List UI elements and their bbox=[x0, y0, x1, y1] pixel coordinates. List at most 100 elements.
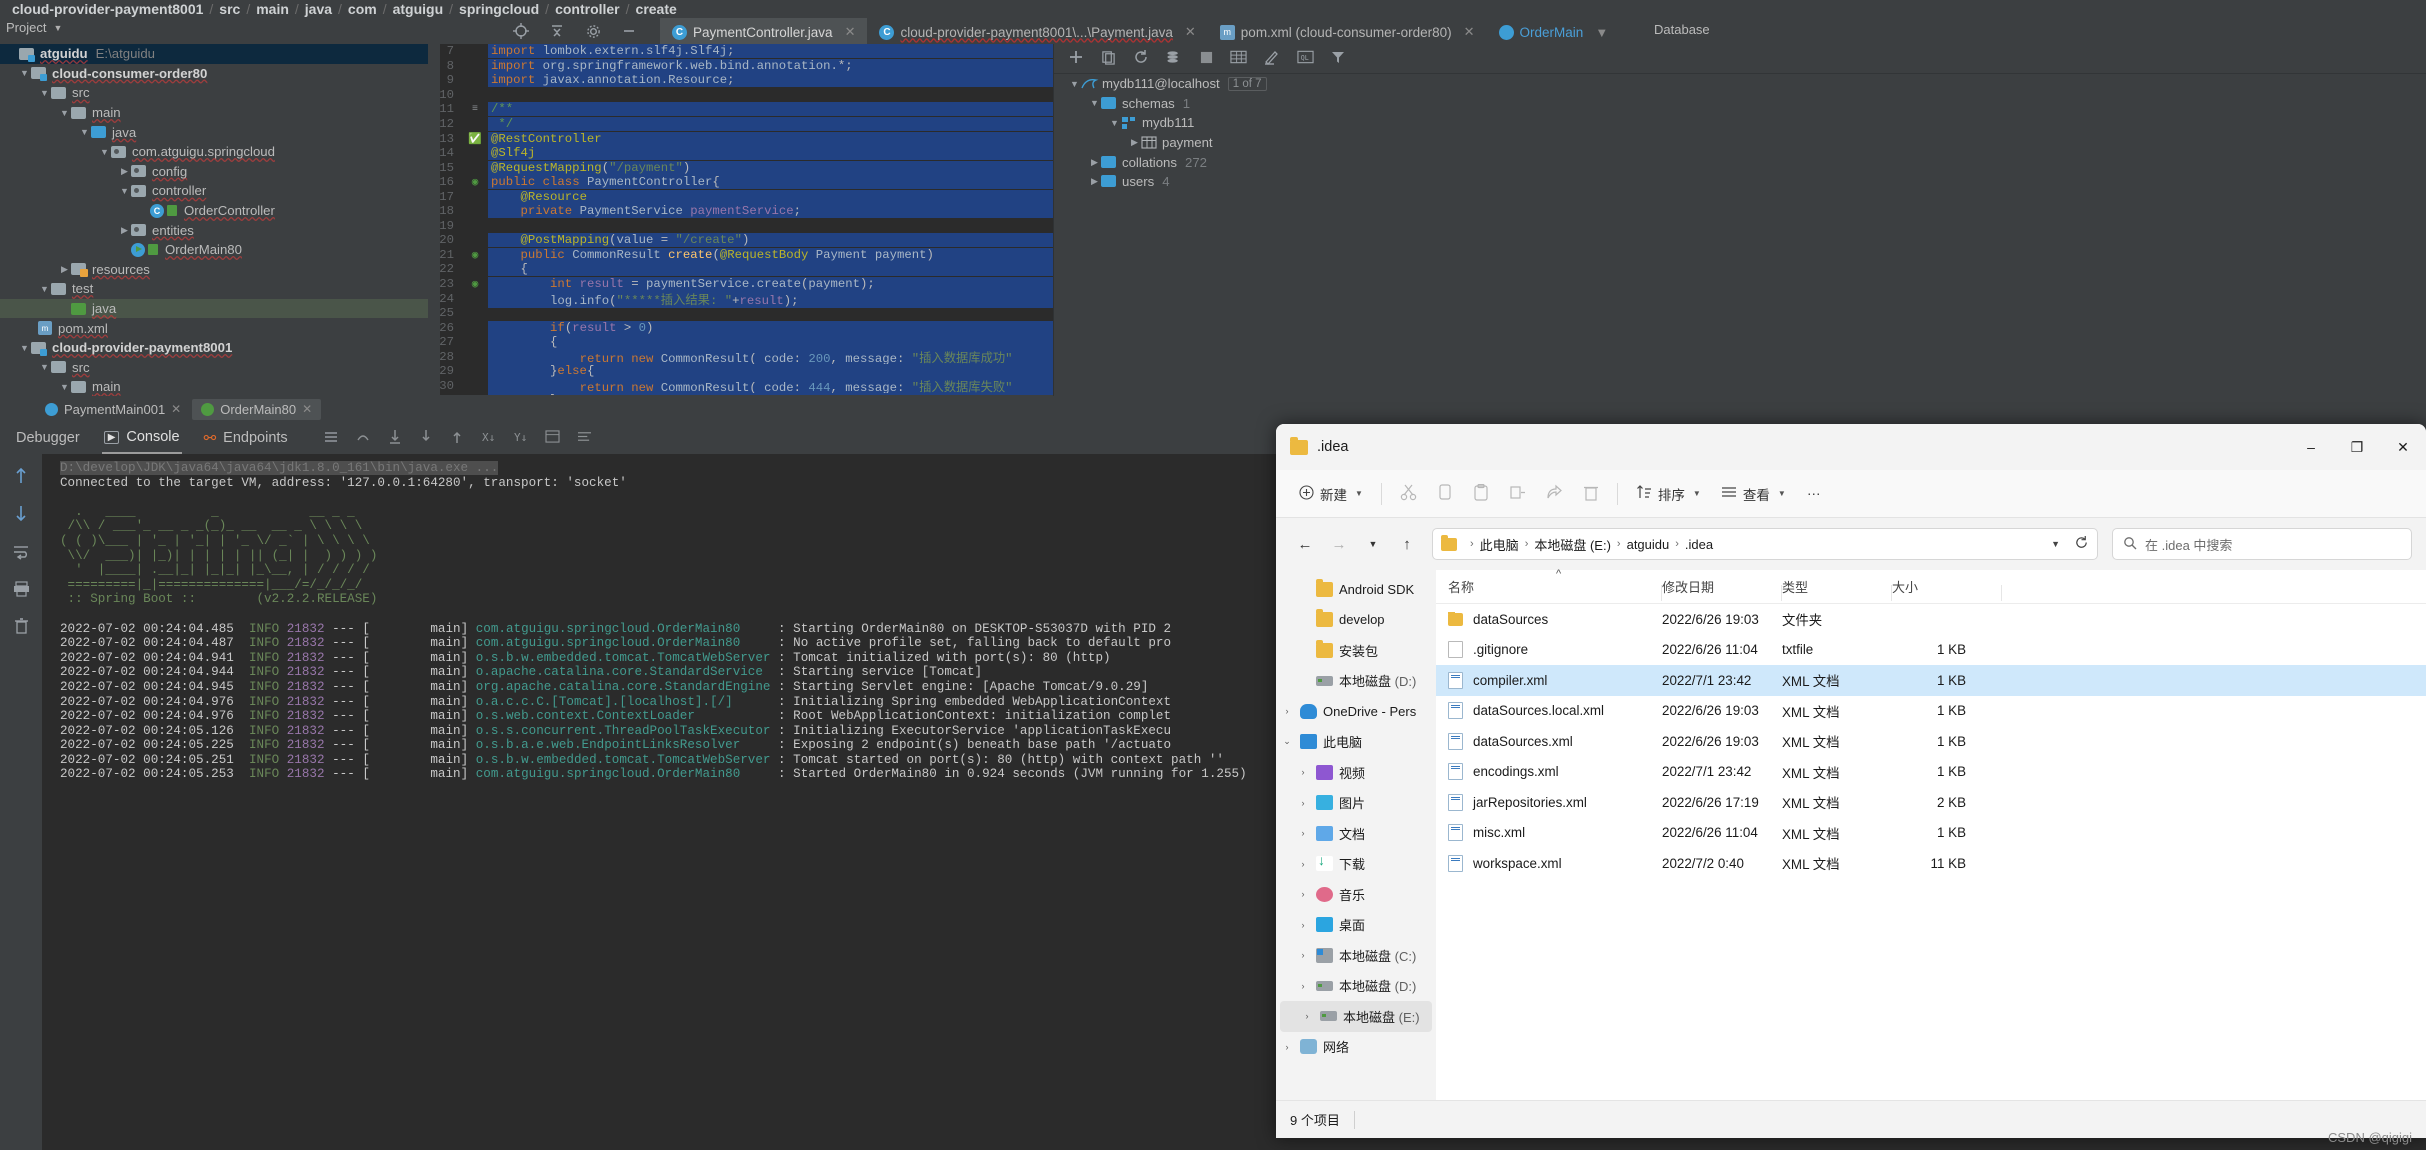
chevron-icon[interactable]: › bbox=[1300, 1011, 1314, 1021]
more-button[interactable]: ··· bbox=[1797, 477, 1831, 511]
tree-row[interactable]: ▶ entities bbox=[0, 220, 428, 240]
delete-button[interactable] bbox=[1574, 477, 1608, 511]
sidebar-item-[interactable]: › 网络 bbox=[1276, 1032, 1436, 1063]
sidebar-item-androidsdk[interactable]: › Android SDK bbox=[1276, 574, 1436, 605]
tree-row[interactable]: ▼ com.atguigu.springcloud bbox=[0, 142, 428, 162]
tree-arrow[interactable]: ▶ bbox=[1088, 176, 1101, 187]
code-text[interactable]: log.info("*****插入结果: "+result); bbox=[488, 289, 1053, 308]
sidebar-item-[interactable]: › 视频 bbox=[1276, 757, 1436, 788]
db-tree-row[interactable]: ▼ schemas 1 bbox=[1054, 94, 2426, 114]
tree-arrow[interactable]: ▼ bbox=[1088, 98, 1101, 108]
chevron-icon[interactable]: › bbox=[1296, 584, 1310, 594]
copy-button[interactable] bbox=[1428, 477, 1462, 511]
file-row[interactable]: dataSources.local.xml 2022/6/26 19:03 XML … bbox=[1436, 696, 2426, 727]
scroll-down-icon[interactable] bbox=[13, 505, 29, 526]
close-icon[interactable]: ✕ bbox=[1185, 24, 1196, 40]
search-box[interactable]: 在 .idea 中搜索 bbox=[2112, 528, 2412, 560]
db-tree-row[interactable]: ▼ mydb111 bbox=[1054, 113, 2426, 133]
code-text[interactable]: @RestController bbox=[488, 131, 1053, 146]
evaluate-icon[interactable]: Y↓ bbox=[513, 429, 528, 447]
share-button[interactable] bbox=[1537, 477, 1572, 511]
tree-row[interactable]: java bbox=[0, 298, 428, 319]
code-text[interactable]: return new CommonResult( code: 200, mess… bbox=[488, 347, 1053, 366]
tree-arrow-expanded[interactable]: ▼ bbox=[118, 186, 131, 196]
address-crumb[interactable]: atguidu bbox=[1627, 537, 1670, 552]
step-out-icon[interactable] bbox=[450, 429, 464, 447]
chevron-down-icon[interactable]: ▼ bbox=[1693, 489, 1701, 498]
locate-icon[interactable] bbox=[510, 20, 532, 42]
breadcrumb-item[interactable]: create bbox=[634, 1, 679, 17]
tab-debugger[interactable]: Debugger bbox=[14, 422, 82, 454]
code-text[interactable]: @Resource bbox=[488, 189, 1053, 204]
tree-row[interactable]: m pom.xml bbox=[0, 318, 428, 338]
tree-arrow-expanded[interactable]: ▼ bbox=[18, 343, 31, 353]
chevron-icon[interactable]: › bbox=[1296, 889, 1310, 899]
code-text[interactable]: if(result > 0) bbox=[488, 320, 1053, 335]
chevron-down-icon[interactable]: ▼ bbox=[2051, 539, 2060, 549]
sort-button[interactable]: 排序 ▼ bbox=[1627, 477, 1710, 511]
code-text[interactable]: @RequestMapping("/payment") bbox=[488, 160, 1053, 175]
layout-icon[interactable] bbox=[545, 430, 560, 446]
sidebar-item-develop[interactable]: › develop bbox=[1276, 605, 1436, 636]
tree-arrow[interactable]: ▼ bbox=[1108, 118, 1121, 128]
trash-icon[interactable] bbox=[14, 618, 29, 637]
db-settings-icon[interactable] bbox=[1166, 49, 1183, 68]
run-to-cursor-icon[interactable]: X↓ bbox=[481, 429, 496, 447]
tree-arrow-expanded[interactable]: ▼ bbox=[38, 284, 51, 294]
settings-gear-icon[interactable] bbox=[582, 20, 604, 42]
chevron-icon[interactable]: › bbox=[1296, 676, 1310, 686]
breadcrumb-item[interactable]: atguigu bbox=[391, 1, 446, 17]
code-text[interactable]: @Slf4j bbox=[488, 146, 1053, 161]
chevron-down-icon[interactable]: ▼ bbox=[53, 23, 62, 33]
debug-tab[interactable]: OrderMain80 ✕ bbox=[192, 398, 322, 420]
up-arrow-icon[interactable]: ↑ bbox=[1392, 529, 1422, 559]
code-text[interactable]: public class PaymentController{ bbox=[488, 175, 1053, 190]
sidebar-item-[interactable]: › 安装包 bbox=[1276, 635, 1436, 666]
code-text[interactable]: */ bbox=[488, 117, 1053, 131]
chevron-icon[interactable]: › bbox=[1296, 767, 1310, 777]
sidebar-item-[interactable]: › 桌面 bbox=[1276, 910, 1436, 941]
tree-arrow[interactable]: ▼ bbox=[1068, 79, 1081, 89]
tree-row[interactable]: ▶ resources bbox=[0, 260, 428, 280]
new-button[interactable]: 新建 ▼ bbox=[1290, 477, 1372, 511]
sidebar-item-[interactable]: › 文档 bbox=[1276, 818, 1436, 849]
sidebar-item-c[interactable]: › 本地磁盘 (C:) bbox=[1276, 940, 1436, 971]
scroll-up-icon[interactable] bbox=[13, 466, 29, 487]
address-crumb[interactable]: 本地磁盘 (E:) bbox=[1534, 535, 1611, 554]
close-icon[interactable]: ✕ bbox=[171, 402, 181, 416]
query-console-icon[interactable]: QL bbox=[1297, 50, 1314, 67]
menu-icon[interactable] bbox=[324, 430, 338, 447]
code-text[interactable]: private PaymentService paymentService; bbox=[488, 204, 1053, 219]
code-text[interactable]: /** bbox=[488, 102, 1053, 117]
db-tree-row[interactable]: ▶ payment bbox=[1054, 133, 2426, 153]
code-text[interactable]: { bbox=[488, 262, 1053, 277]
close-icon[interactable]: ✕ bbox=[1464, 24, 1475, 40]
code-text[interactable]: import org.springframework.web.bind.anno… bbox=[488, 58, 1053, 73]
refresh-icon[interactable] bbox=[1133, 49, 1149, 68]
paste-button[interactable] bbox=[1464, 477, 1498, 511]
duplicate-icon[interactable] bbox=[1101, 50, 1116, 68]
column-date[interactable]: 修改日期 bbox=[1662, 577, 1782, 601]
column-name[interactable]: 名称 ^ bbox=[1448, 568, 1662, 601]
chevron-icon[interactable]: › bbox=[1280, 1042, 1294, 1052]
filter-icon[interactable] bbox=[1331, 50, 1345, 67]
soft-wrap-icon[interactable] bbox=[13, 544, 30, 563]
sidebar-item-d[interactable]: › 本地磁盘 (D:) bbox=[1276, 971, 1436, 1002]
tree-arrow-expanded[interactable]: ▼ bbox=[98, 147, 111, 157]
file-row[interactable]: dataSources 2022/6/26 19:03 文件夹 bbox=[1436, 604, 2426, 635]
chevron-down-icon[interactable]: ▼ bbox=[1355, 489, 1363, 498]
breadcrumb-item[interactable]: cloud-provider-payment8001 bbox=[10, 1, 205, 17]
close-icon[interactable]: ✕ bbox=[845, 24, 856, 40]
tree-row[interactable]: ▼ main bbox=[0, 103, 428, 123]
tree-row[interactable]: ▶ config bbox=[0, 162, 428, 182]
edit-icon[interactable] bbox=[1264, 49, 1280, 68]
file-row[interactable]: workspace.xml 2022/7/2 0:40 XML 文档 11 KB bbox=[1436, 848, 2426, 879]
gutter-icon[interactable]: ≡ bbox=[462, 104, 488, 115]
chevron-icon[interactable]: › bbox=[1296, 859, 1310, 869]
tree-row[interactable]: ▼ test bbox=[0, 279, 428, 299]
tree-row[interactable]: C OrderController bbox=[0, 201, 428, 221]
chevron-icon[interactable]: › bbox=[1280, 706, 1294, 716]
tab-endpoints[interactable]: ⚯ Endpoints bbox=[202, 422, 290, 454]
add-icon[interactable] bbox=[1068, 49, 1084, 68]
code-text[interactable]: import lombok.extern.slf4j.Slf4j; bbox=[488, 44, 1053, 59]
